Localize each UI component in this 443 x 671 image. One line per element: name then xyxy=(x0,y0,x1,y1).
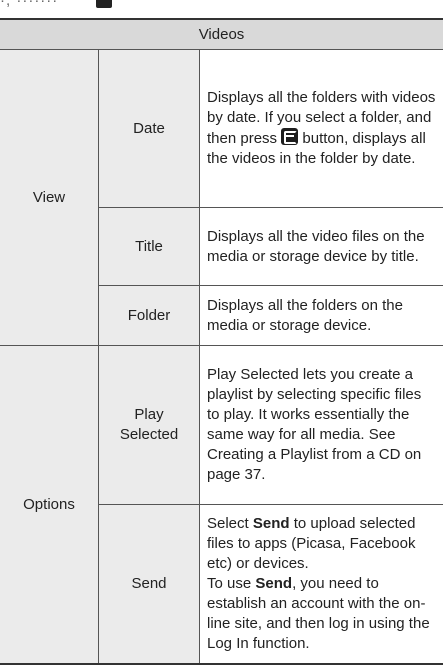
page-top-fragment: ·, ······· xyxy=(0,0,443,14)
table-header: Videos xyxy=(0,20,443,50)
row-name-text: Folder xyxy=(127,306,171,324)
row-desc-title: Displays all the video files on the medi… xyxy=(199,208,443,286)
row-desc-text: Select Send to upload selected files to … xyxy=(207,515,430,652)
row-desc-text: Displays all the video files on the medi… xyxy=(207,227,425,265)
row-name-text: Date xyxy=(133,119,165,137)
row-name-play-selected: Play Selected xyxy=(98,346,199,505)
row-name-text: Play Selected xyxy=(119,406,179,443)
section-label-view: View xyxy=(0,50,98,346)
section-label-text: View xyxy=(32,188,66,206)
row-name-send: Send xyxy=(98,505,199,663)
row-name-date: Date xyxy=(98,50,199,208)
row-desc-send: Select Send to upload selected files to … xyxy=(199,505,443,663)
cropped-button-icon xyxy=(96,0,112,8)
row-desc-folder: Displays all the folders on the media or… xyxy=(199,286,443,346)
row-desc-text: Displays all the folders with videos by … xyxy=(207,89,436,167)
cropped-text-fragment: ·, ······· xyxy=(0,0,59,9)
row-name-text: Title xyxy=(135,237,163,255)
row-desc-text: Displays all the folders on the media or… xyxy=(207,296,403,334)
row-name-text: Send xyxy=(131,575,167,592)
row-desc-play-selected: Play Selected lets you create a playlist… xyxy=(199,346,443,505)
row-name-title: Title xyxy=(98,208,199,286)
row-desc-text: Play Selected lets you create a playlist… xyxy=(207,366,422,483)
videos-menu-table: Videos View Date Displays all the folder… xyxy=(0,18,443,665)
section-label-text: Options xyxy=(23,495,75,513)
section-label-options: Options xyxy=(0,346,98,663)
row-name-folder: Folder xyxy=(98,286,199,346)
enter-button-icon xyxy=(281,128,299,145)
row-desc-date: Displays all the folders with videos by … xyxy=(199,50,443,208)
